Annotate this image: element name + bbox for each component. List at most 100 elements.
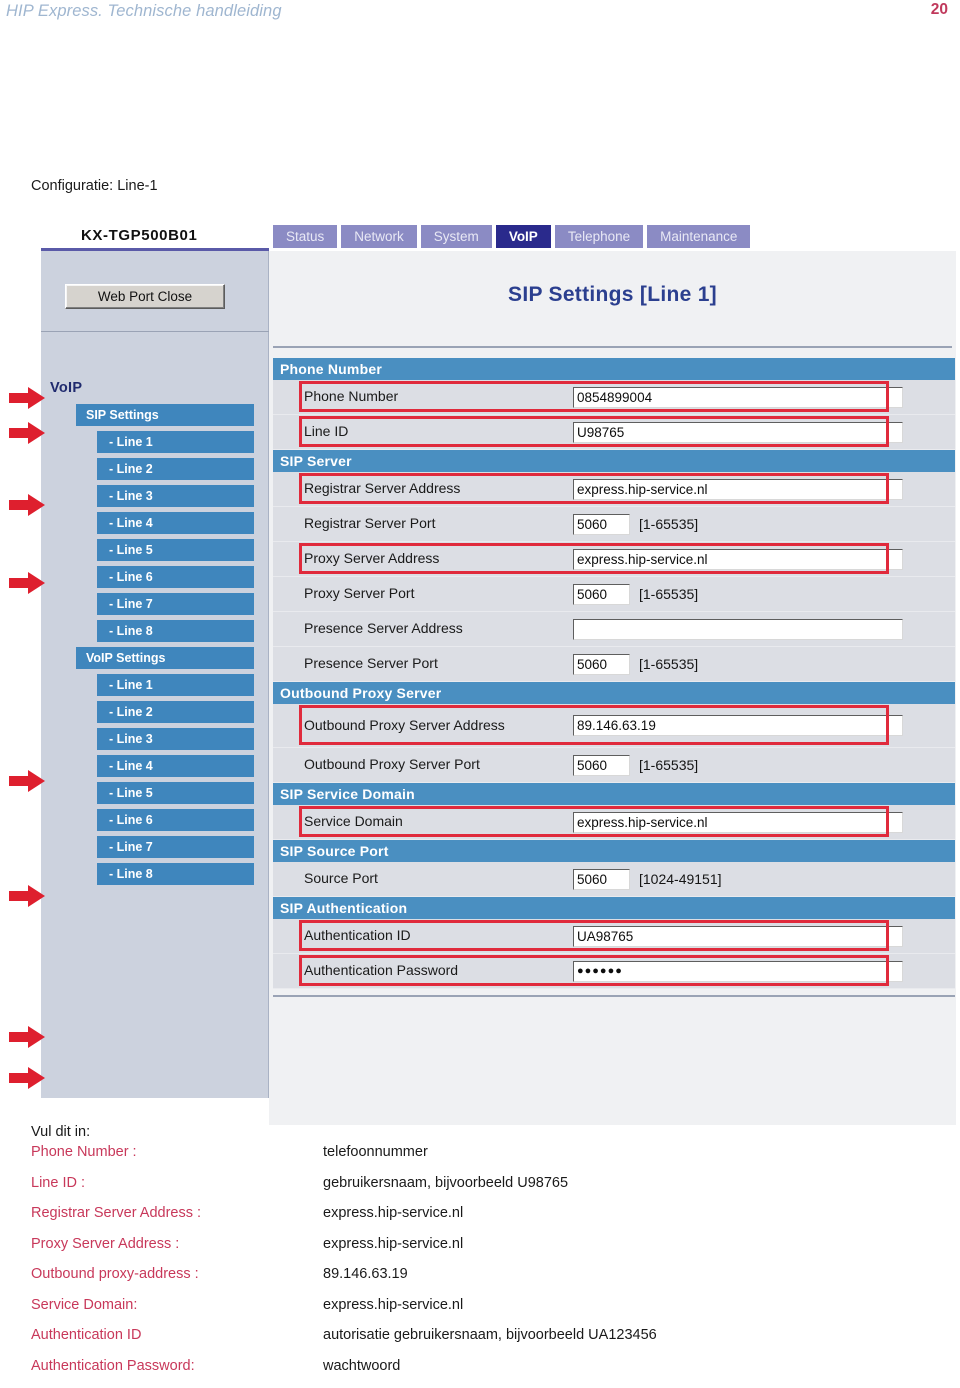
form-row: Source Port5060[1024-49151] [273, 862, 955, 897]
sidebar-item[interactable]: SIP Settings [76, 404, 254, 426]
sidebar-item[interactable]: - Line 1 [97, 431, 254, 453]
title-divider [273, 346, 952, 348]
field-label: Registrar Server Port [273, 516, 573, 532]
instruction-value: express.hip-service.nl [323, 1297, 463, 1313]
form-row: Authentication Password●●●●●● [273, 954, 955, 989]
field-label: Service Domain [273, 814, 573, 830]
text-input[interactable]: 89.146.63.19 [573, 715, 903, 736]
text-input[interactable]: express.hip-service.nl [573, 479, 903, 500]
instruction-row: Phone Number :telefoonnummer [31, 1144, 931, 1175]
page-number: 20 [931, 1, 948, 19]
document-header-title: HIP Express. Technische handleiding [6, 2, 282, 21]
annotation-arrow-icon [8, 768, 46, 794]
range-hint: [1-65535] [639, 516, 698, 532]
instructions-intro: Vul dit in: [31, 1124, 931, 1140]
section-header: SIP Service Domain [273, 783, 955, 805]
annotation-arrow-icon [8, 1024, 46, 1050]
form-row: Authentication IDUA98765 [273, 919, 955, 954]
form-row: Presence Server Port5060[1-65535] [273, 647, 955, 682]
range-hint: [1-65535] [639, 757, 698, 773]
text-input[interactable]: U98765 [573, 422, 903, 443]
sidebar-item[interactable]: - Line 7 [97, 593, 254, 615]
instructions-rows: Phone Number :telefoonnummerLine ID : ge… [31, 1144, 931, 1388]
sidebar-item[interactable]: - Line 2 [97, 458, 254, 480]
field-zone: 5060[1024-49151] [573, 869, 955, 890]
instruction-row: Proxy Server Address :express.hip-servic… [31, 1236, 931, 1267]
instruction-value: express.hip-service.nl [323, 1236, 463, 1252]
instruction-key: Registrar Server Address : [31, 1205, 323, 1221]
tab-system[interactable]: System [421, 225, 492, 248]
instruction-row: Authentication IDautorisatie gebruikersn… [31, 1327, 931, 1358]
sidebar-item[interactable]: - Line 1 [97, 674, 254, 696]
form-row: Proxy Server Addressexpress.hip-service.… [273, 542, 955, 577]
tab-telephone[interactable]: Telephone [555, 225, 643, 248]
instruction-value: telefoonnummer [323, 1144, 428, 1160]
content-pane: SIP Settings [Line 1] Phone NumberPhone … [269, 251, 956, 1125]
annotation-arrow-icon [8, 385, 46, 411]
instruction-row: Service Domain:express.hip-service.nl [31, 1297, 931, 1328]
text-input[interactable]: express.hip-service.nl [573, 812, 903, 833]
text-input[interactable]: 5060 [573, 514, 630, 535]
sidebar-item[interactable]: - Line 5 [97, 539, 254, 561]
document-header: HIP Express. Technische handleiding 20 [0, 0, 960, 34]
device-body: Web Port Close VoIP SIP Settings- Line 1… [41, 251, 956, 1125]
instruction-key: Proxy Server Address : [31, 1236, 323, 1252]
tab-status[interactable]: Status [273, 225, 337, 248]
section-header: Phone Number [273, 358, 955, 380]
instruction-value: gebruikersnaam, bijvoorbeeld U98765 [323, 1175, 568, 1191]
sidebar-item[interactable]: - Line 3 [97, 485, 254, 507]
sidebar-divider [41, 331, 269, 332]
field-zone: 5060 [1-65535] [573, 755, 955, 776]
range-hint: [1-65535] [639, 586, 698, 602]
instruction-value: 89.146.63.19 [323, 1266, 408, 1282]
sidebar-item[interactable]: - Line 7 [97, 836, 254, 858]
tab-maintenance[interactable]: Maintenance [647, 225, 750, 248]
configuration-caption: Configuratie: Line-1 [31, 178, 158, 194]
sidebar-item[interactable]: - Line 6 [97, 809, 254, 831]
text-input[interactable]: 5060 [573, 869, 630, 890]
field-zone: express.hip-service.nl [573, 549, 955, 570]
form-row: Presence Server Address [273, 612, 955, 647]
instruction-key: Authentication Password: [31, 1358, 323, 1374]
sidebar-item[interactable]: - Line 2 [97, 701, 254, 723]
main-tabstrip[interactable]: StatusNetworkSystemVoIPTelephoneMaintena… [273, 225, 750, 248]
form-bottom-divider [273, 995, 955, 997]
sidebar-item[interactable]: - Line 5 [97, 782, 254, 804]
sidebar-item[interactable]: - Line 4 [97, 512, 254, 534]
sidebar-item[interactable]: VoIP Settings [76, 647, 254, 669]
text-input[interactable]: express.hip-service.nl [573, 549, 903, 570]
field-label: Outbound Proxy Server Port [273, 757, 573, 773]
sidebar-item[interactable]: - Line 3 [97, 728, 254, 750]
text-input[interactable]: 5060 [573, 654, 630, 675]
instruction-key: Line ID : [31, 1175, 323, 1191]
sidebar-item[interactable]: - Line 8 [97, 863, 254, 885]
sidebar-item[interactable]: - Line 6 [97, 566, 254, 588]
sidebar-item[interactable]: - Line 8 [97, 620, 254, 642]
tab-network[interactable]: Network [341, 225, 417, 248]
field-label: Outbound Proxy Server Address [273, 718, 573, 734]
text-input[interactable]: 0854899004 [573, 387, 903, 408]
instruction-value: autorisatie gebruikersnaam, bijvoorbeeld… [323, 1327, 657, 1343]
text-input[interactable]: 5060 [573, 584, 630, 605]
tab-voip[interactable]: VoIP [496, 225, 551, 248]
text-input[interactable]: UA98765 [573, 926, 903, 947]
instruction-key: Authentication ID [31, 1327, 323, 1343]
field-label: Presence Server Address [273, 621, 573, 637]
annotation-arrow-icon [8, 420, 46, 446]
text-input[interactable] [573, 619, 903, 640]
annotation-arrow-icon [8, 1065, 46, 1091]
field-zone: 89.146.63.19 [573, 715, 955, 736]
sidebar-item[interactable]: - Line 4 [97, 755, 254, 777]
section-header: SIP Server [273, 450, 955, 472]
annotation-arrow-icon [8, 570, 46, 596]
form-row: Phone Number0854899004 [273, 380, 955, 415]
web-port-close-button[interactable]: Web Port Close [65, 284, 225, 309]
field-zone: UA98765 [573, 926, 955, 947]
field-zone: 5060[1-65535] [573, 654, 955, 675]
text-input[interactable]: 5060 [573, 755, 630, 776]
annotation-arrow-icon [8, 883, 46, 909]
instruction-row: Registrar Server Address :express.hip-se… [31, 1205, 931, 1236]
field-label: Registrar Server Address [273, 481, 573, 497]
sidebar-nav-list[interactable]: SIP Settings - Line 1 - Line 2 - Line 3 - Li… [76, 404, 254, 890]
text-input[interactable]: ●●●●●● [573, 961, 903, 982]
